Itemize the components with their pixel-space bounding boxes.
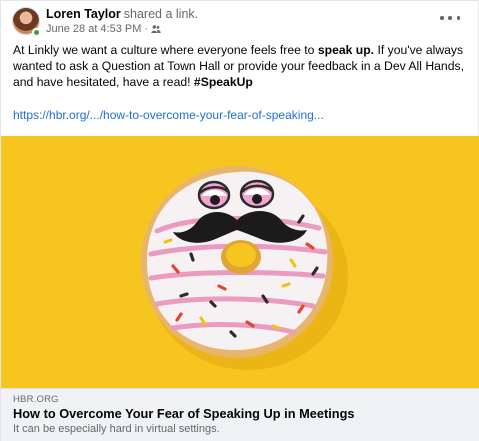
online-status-indicator [32, 28, 41, 37]
link-description: It can be especially hard in virtual set… [13, 423, 220, 435]
link-domain: HBR.ORG [13, 394, 59, 405]
hashtag-link[interactable]: #SpeakUp [194, 75, 253, 89]
meta-separator: · [144, 23, 149, 35]
author-name[interactable]: Loren Taylor [46, 7, 121, 21]
post-title-line: Loren Taylor shared a link. [46, 7, 198, 21]
post-text-part: At Linkly we want a culture where everyo… [13, 43, 318, 57]
link-preview-image[interactable] [1, 136, 479, 388]
shared-link-url[interactable]: https://hbr.org/.../how-to-overcome-your… [13, 108, 324, 122]
post-header: Loren Taylor shared a link. June 28 at 4:… [1, 1, 478, 41]
friends-icon[interactable] [151, 24, 161, 34]
more-options-icon[interactable] [440, 11, 460, 25]
post-timestamp[interactable]: June 28 at 4:53 PM [46, 23, 141, 35]
donut-illustration [141, 166, 348, 370]
link-preview-card[interactable]: HBR.ORG How to Overcome Your Fear of Spe… [1, 388, 479, 441]
post-message: At Linkly we want a culture where everyo… [13, 43, 471, 90]
post-meta: June 28 at 4:53 PM · [46, 23, 161, 35]
link-title[interactable]: How to Overcome Your Fear of Speaking Up… [13, 406, 355, 421]
post-text-bold: speak up. [317, 43, 375, 57]
post-action: shared a link. [123, 7, 199, 21]
facebook-post: Loren Taylor shared a link. June 28 at 4:… [0, 0, 479, 441]
